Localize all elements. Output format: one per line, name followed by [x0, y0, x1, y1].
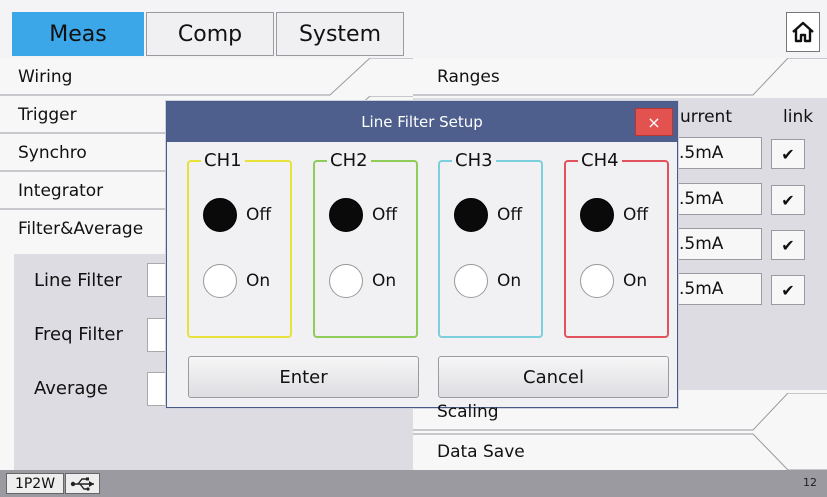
radio-button[interactable] [329, 264, 363, 298]
radio-label: Off [623, 205, 649, 225]
radio-label: On [372, 271, 397, 291]
page-number: 12 [803, 476, 817, 489]
link-checkbox[interactable]: ✔ [771, 139, 805, 169]
radio-button[interactable] [580, 198, 614, 232]
current-column-header: urrent [680, 107, 732, 127]
radio-on-ch3[interactable]: On [454, 262, 544, 300]
enter-button[interactable]: Enter [188, 356, 419, 398]
link-checkbox[interactable]: ✔ [771, 275, 805, 305]
radio-off-ch3[interactable]: Off [454, 196, 544, 234]
status-bar: 1P2W 12 [0, 470, 827, 497]
radio-on-ch2[interactable]: On [329, 262, 419, 300]
close-button[interactable]: × [635, 108, 673, 136]
radio-label: Off [246, 205, 272, 225]
link-column-header: link [783, 107, 814, 127]
data-save-label: Data Save [437, 442, 525, 462]
channel-title: CH2 [327, 150, 371, 172]
usb-icon [70, 477, 94, 491]
tab-comp[interactable]: Comp [146, 12, 274, 56]
tab-system[interactable]: System [276, 12, 404, 56]
current-range-field[interactable]: .5mA [676, 228, 762, 260]
average-label: Average [34, 378, 108, 399]
channel-title: CH3 [452, 150, 496, 172]
freq-filter-label: Freq Filter [34, 324, 123, 345]
radio-label: Off [497, 205, 523, 225]
home-button[interactable] [786, 12, 820, 52]
ranges-label: Ranges [437, 67, 500, 87]
radio-button[interactable] [203, 198, 237, 232]
dialog-title: Line Filter Setup [167, 102, 677, 142]
menu-item-label: Wiring [18, 67, 73, 87]
radio-button[interactable] [454, 198, 488, 232]
current-range-field[interactable]: .5mA [676, 137, 762, 169]
current-range-field[interactable]: .5mA [676, 273, 762, 305]
top-bar: Meas Comp System [0, 0, 827, 58]
channel-group-ch4: CH4 Off On [564, 150, 670, 338]
link-checkbox[interactable]: ✔ [771, 230, 805, 260]
channel-group-ch2: CH2 Off On [313, 150, 419, 338]
line-filter-dialog: Line Filter Setup × CH1 Off On CH2 Off O… [166, 101, 678, 408]
channel-group-ch1: CH1 Off On [187, 150, 293, 338]
wiring-mode-badge: 1P2W [6, 473, 64, 494]
current-range-field[interactable]: .5mA [676, 183, 762, 215]
channel-title: CH1 [201, 150, 245, 172]
tab-meas[interactable]: Meas [12, 12, 144, 56]
radio-label: On [623, 271, 648, 291]
menu-item-label: Integrator [18, 181, 104, 201]
radio-button[interactable] [203, 264, 237, 298]
radio-label: On [246, 271, 271, 291]
scaling-label: Scaling [437, 402, 499, 422]
ranges-header[interactable]: Ranges [413, 58, 827, 96]
usb-status [65, 473, 100, 494]
channel-group-ch3: CH3 Off On [438, 150, 544, 338]
radio-button[interactable] [329, 198, 363, 232]
menu-item-label: Synchro [18, 143, 87, 163]
radio-label: On [497, 271, 522, 291]
link-checkbox[interactable]: ✔ [771, 185, 805, 215]
channel-title: CH4 [578, 150, 622, 172]
radio-on-ch4[interactable]: On [580, 262, 670, 300]
cancel-button[interactable]: Cancel [438, 356, 669, 398]
menu-item-wiring[interactable]: Wiring [0, 58, 413, 96]
menu-item-label: Trigger [18, 105, 77, 125]
home-icon [792, 21, 814, 43]
radio-label: Off [372, 205, 398, 225]
radio-off-ch1[interactable]: Off [203, 196, 293, 234]
radio-on-ch1[interactable]: On [203, 262, 293, 300]
data-save-header[interactable]: Data Save [413, 433, 827, 471]
close-icon: × [647, 112, 661, 132]
line-filter-label: Line Filter [34, 270, 122, 291]
radio-button[interactable] [454, 264, 488, 298]
radio-button[interactable] [580, 264, 614, 298]
radio-off-ch2[interactable]: Off [329, 196, 419, 234]
radio-off-ch4[interactable]: Off [580, 196, 670, 234]
menu-item-label: Filter&Average [18, 219, 144, 239]
